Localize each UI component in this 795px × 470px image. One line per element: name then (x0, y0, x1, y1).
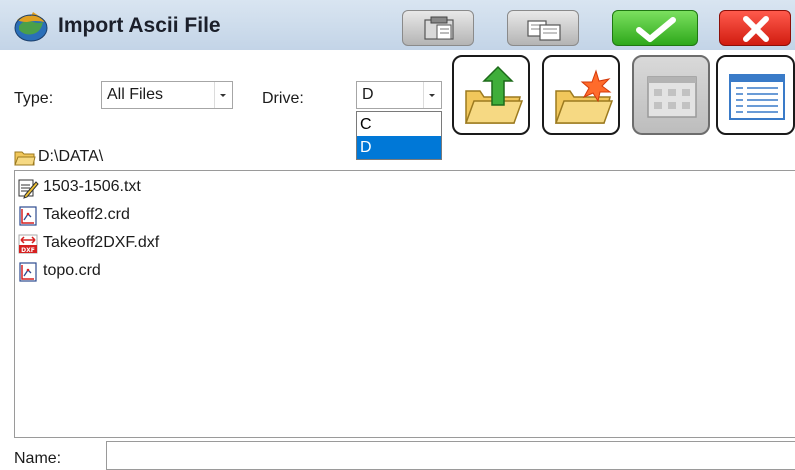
type-label: Type: (14, 90, 54, 107)
svg-text:DXF: DXF (21, 247, 35, 254)
drive-option-d[interactable]: D (357, 136, 441, 159)
list-view-button[interactable] (716, 55, 795, 135)
type-select-value: All Files (107, 86, 164, 103)
chevron-down-icon[interactable] (423, 82, 441, 108)
new-folder-icon (554, 69, 614, 124)
file-name: topo.crd (43, 262, 101, 279)
crd-file-icon (19, 206, 37, 226)
close-icon (743, 16, 769, 42)
name-field[interactable] (106, 441, 795, 470)
icon-grid-icon (647, 76, 697, 118)
close-button[interactable] (719, 10, 791, 46)
new-folder-button[interactable] (542, 55, 620, 135)
file-list[interactable]: 1503-1506.txt Takeoff2.crd DXF Takeoff2D… (14, 170, 795, 438)
copy-icon (527, 20, 561, 41)
text-file-icon (18, 179, 39, 199)
list-view-icon (729, 74, 785, 120)
title-bar: Import Ascii File (0, 0, 795, 50)
crd-file-icon (19, 262, 37, 282)
ok-button[interactable] (612, 10, 698, 46)
globe-gear-icon (13, 12, 49, 42)
path-label: D:\DATA\ (38, 148, 104, 165)
up-folder-button[interactable] (452, 55, 530, 135)
checkmark-icon (636, 17, 676, 42)
folder-up-icon (464, 65, 524, 124)
file-name: Takeoff2DXF.dxf (43, 234, 160, 251)
chevron-down-icon[interactable] (214, 82, 232, 108)
file-name: 1503-1506.txt (43, 178, 141, 195)
clipboard-icon (424, 16, 454, 40)
folder-icon (14, 151, 36, 166)
file-name: Takeoff2.crd (43, 206, 130, 223)
drive-option-c[interactable]: C (357, 113, 441, 136)
copy-button[interactable] (507, 10, 579, 46)
window-title: Import Ascii File (58, 14, 221, 37)
icon-view-button[interactable] (632, 55, 710, 135)
drive-dropdown-list: C D (356, 111, 442, 160)
name-label: Name: (14, 450, 62, 467)
drive-select[interactable]: D (356, 81, 442, 109)
drive-select-value: D (362, 86, 374, 103)
type-select[interactable]: All Files (101, 81, 233, 109)
paste-button[interactable] (402, 10, 474, 46)
dxf-file-icon: DXF (18, 234, 38, 254)
drive-label: Drive: (262, 90, 304, 107)
